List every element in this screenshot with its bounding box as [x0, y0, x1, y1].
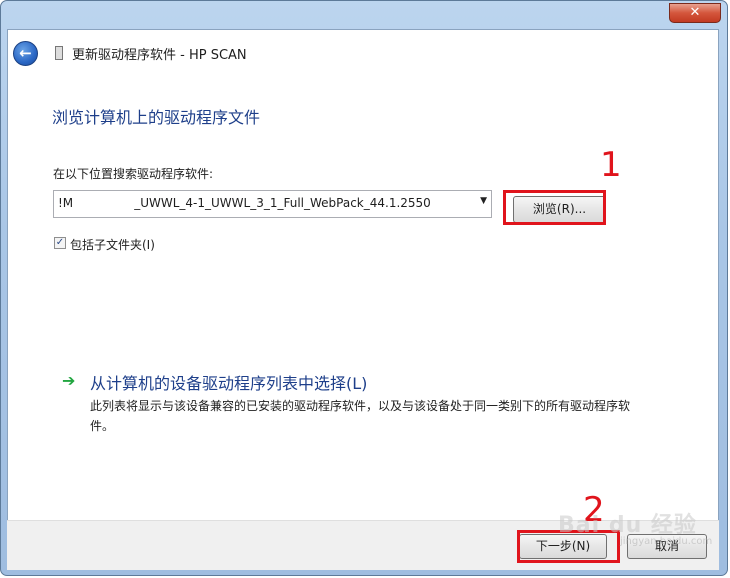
baidu-watermark: Bai du 经验: [558, 513, 697, 538]
back-button[interactable]: ←: [13, 41, 38, 66]
step-1-annotation: 1: [600, 145, 622, 185]
checkmark-icon: ✓: [55, 237, 65, 248]
browse-button[interactable]: 浏览(R)...: [513, 196, 606, 223]
dropdown-arrow-icon[interactable]: ▼: [480, 196, 487, 206]
choose-from-list-link[interactable]: 从计算机的设备驱动程序列表中选择(L): [90, 370, 367, 394]
search-location-label: 在以下位置搜索驱动程序软件:: [53, 167, 214, 181]
search-path-value: !M _UWWL_4-1_UWWL_3_1_Full_WebPack_44.1.…: [58, 196, 431, 210]
dialog-client-area: ← 更新驱动程序软件 - HP SCAN 浏览计算机上的驱动程序文件 在以下位置…: [7, 29, 719, 569]
close-button[interactable]: ✕: [669, 3, 721, 23]
close-icon: ✕: [689, 5, 701, 20]
page-title: 浏览计算机上的驱动程序文件: [52, 108, 261, 127]
baidu-watermark-url: jingyan.baidu.com: [620, 536, 713, 547]
back-arrow-icon: ←: [19, 44, 32, 62]
include-subfolders-checkbox[interactable]: ✓: [54, 237, 66, 249]
window-title: 更新驱动程序软件 - HP SCAN: [72, 48, 247, 63]
include-subfolders-label[interactable]: 包括子文件夹(I): [70, 236, 155, 253]
choose-from-list-description: 此列表将显示与该设备兼容的已安装的驱动程序软件，以及与该设备处于同一类别下的所有…: [90, 399, 631, 433]
header-bar: ← 更新驱动程序软件 - HP SCAN: [8, 30, 718, 76]
search-path-combobox[interactable]: !M _UWWL_4-1_UWWL_3_1_Full_WebPack_44.1.…: [53, 190, 492, 218]
green-arrow-icon: ➔: [62, 371, 76, 390]
device-icon: [55, 46, 63, 60]
